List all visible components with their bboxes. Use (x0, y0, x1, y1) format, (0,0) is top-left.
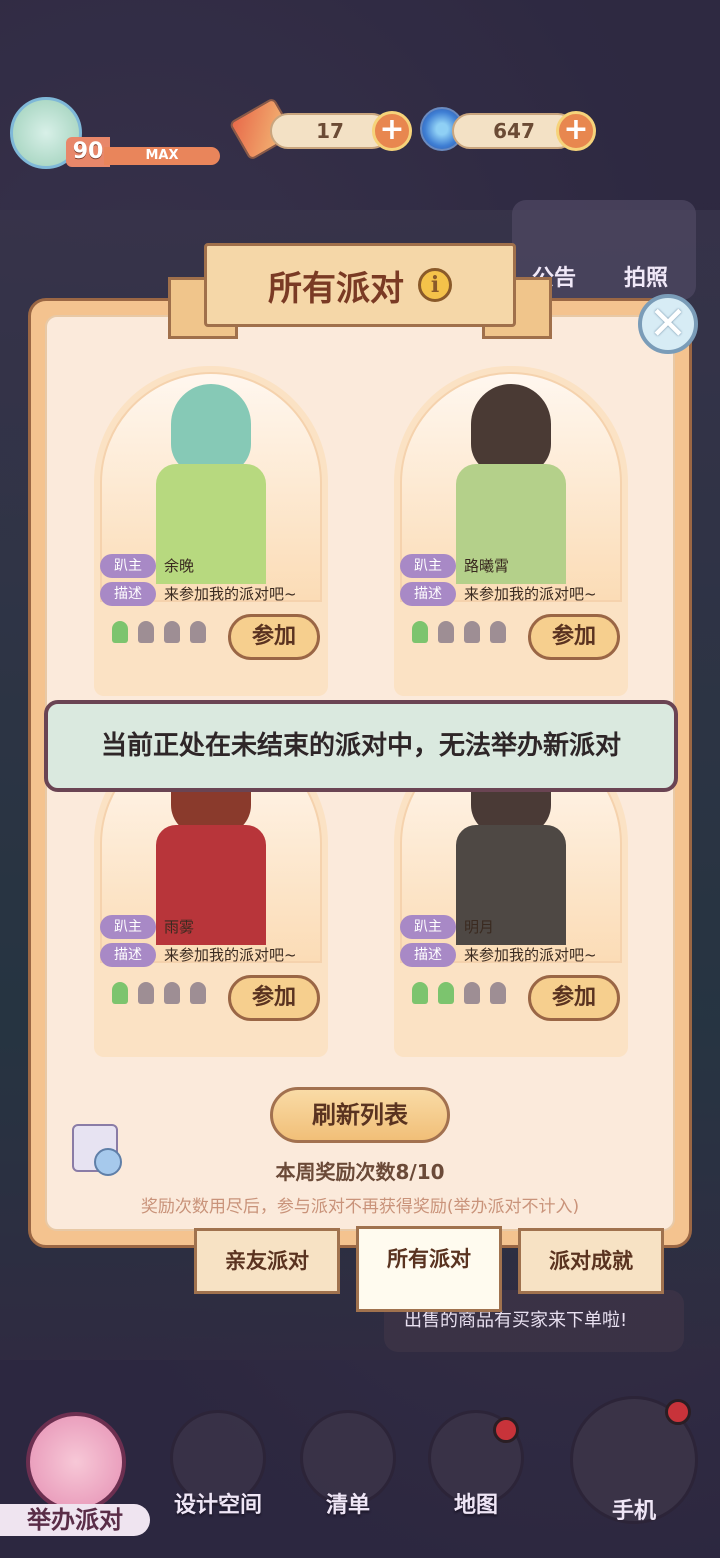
ribbon-main: 所有派对 i (204, 243, 516, 327)
info-icon[interactable]: i (418, 268, 452, 302)
dialog-title: 所有派对 (268, 268, 404, 309)
person-icon (438, 621, 454, 643)
participant-slots (412, 621, 506, 643)
person-icon (464, 982, 480, 1004)
person-icon (190, 621, 206, 643)
host-tag: 趴主 (400, 915, 456, 939)
list-label: 清单 (325, 1493, 371, 1518)
party-description: 来参加我的派对吧~ (164, 946, 297, 964)
party-card: 趴主 余晚 描述 来参加我的派对吧~ 参加 (94, 366, 328, 696)
party-description: 来参加我的派对吧~ (464, 946, 597, 964)
person-icon (412, 621, 428, 643)
top-hud: 90 MAX 17 + 647 + (0, 95, 720, 185)
host-tag: 趴主 (100, 915, 156, 939)
phone-label: 手机 (611, 1499, 657, 1524)
party-description: 来参加我的派对吧~ (464, 585, 597, 603)
desc-tag: 描述 (100, 943, 156, 967)
host-tag: 趴主 (400, 554, 456, 578)
party-card: 趴主 路曦霄 描述 来参加我的派对吧~ 参加 (394, 366, 628, 696)
person-icon (112, 621, 128, 643)
add-crystals-button[interactable]: + (556, 111, 596, 151)
close-button[interactable]: ✕ (638, 294, 698, 354)
host-tag: 趴主 (100, 554, 156, 578)
host-name: 路曦霄 (464, 557, 510, 575)
map-notification-dot (493, 1417, 519, 1443)
dialog-title-ribbon: 所有派对 i (168, 243, 552, 339)
host-name: 明月 (464, 918, 495, 936)
phone-button[interactable]: 手机 (570, 1396, 698, 1524)
tab-all-parties[interactable]: 所有派对 (356, 1226, 502, 1312)
person-icon (138, 982, 154, 1004)
map-label: 地图 (453, 1493, 499, 1518)
host-character-image (136, 384, 286, 584)
participant-slots (112, 621, 206, 643)
host-party-button[interactable] (26, 1412, 126, 1512)
design-space-label: 设计空间 (173, 1493, 263, 1518)
add-tickets-button[interactable]: + (372, 111, 412, 151)
person-icon (190, 982, 206, 1004)
join-button[interactable]: 参加 (228, 975, 320, 1021)
participant-slots (112, 982, 206, 1004)
toast-message: 当前正处在未结束的派对中，无法举办新派对 (44, 700, 678, 792)
join-button[interactable]: 参加 (228, 614, 320, 660)
person-icon (490, 982, 506, 1004)
weekly-reward-count: 本周奖励次数8/10 (275, 1160, 445, 1184)
host-character-image (436, 384, 586, 584)
design-space-button[interactable]: 设计空间 (170, 1410, 266, 1518)
list-button[interactable]: 清单 (300, 1410, 396, 1518)
desc-tag: 描述 (100, 582, 156, 606)
host-party-label: 举办派对 (0, 1504, 150, 1536)
phone-notification-dot (665, 1399, 691, 1425)
map-button[interactable]: 地图 (428, 1410, 524, 1518)
tab-friends-party[interactable]: 亲友派对 (194, 1228, 340, 1294)
person-icon (438, 982, 454, 1004)
participant-slots (412, 982, 506, 1004)
person-icon (138, 621, 154, 643)
reward-note: 奖励次数用尽后，参与派对不再获得奖励(举办派对不计入) (140, 1197, 580, 1217)
person-icon (164, 982, 180, 1004)
join-button[interactable]: 参加 (528, 975, 620, 1021)
person-icon (112, 982, 128, 1004)
person-icon (464, 621, 480, 643)
host-name: 雨雾 (164, 918, 195, 936)
join-button[interactable]: 参加 (528, 614, 620, 660)
level-progress-bar: MAX (104, 147, 220, 165)
host-name: 余晚 (164, 557, 195, 575)
photo-button[interactable]: 拍照 (624, 260, 668, 292)
party-description: 来参加我的派对吧~ (164, 585, 297, 603)
refresh-list-button[interactable]: 刷新列表 (270, 1087, 450, 1143)
person-icon (164, 621, 180, 643)
desc-tag: 描述 (400, 943, 456, 967)
desc-tag: 描述 (400, 582, 456, 606)
person-icon (490, 621, 506, 643)
tab-party-achievements[interactable]: 派对成就 (518, 1228, 664, 1294)
person-icon (412, 982, 428, 1004)
